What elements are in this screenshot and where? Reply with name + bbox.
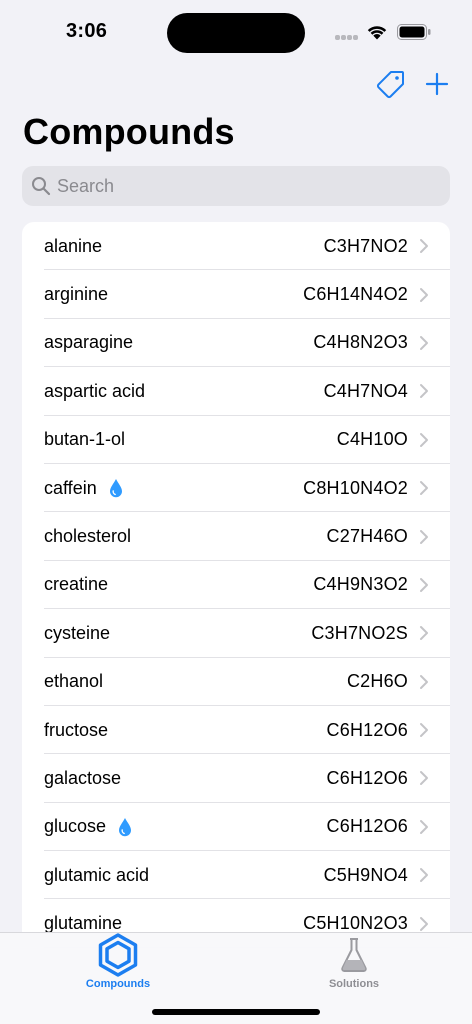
compound-name: glutamine	[44, 913, 123, 934]
drop-icon	[118, 817, 132, 837]
tab-compounds-label: Compounds	[85, 978, 151, 990]
compound-formula: C8H10N4O2	[303, 477, 408, 498]
add-compound-button[interactable]	[421, 68, 453, 100]
chevron-right-icon	[420, 723, 428, 738]
chevron-right-icon	[420, 819, 428, 834]
compound-row[interactable]: alanine C3H7NO2	[22, 222, 450, 271]
compound-row[interactable]: asparagine C4H8N2O3	[22, 319, 450, 368]
compound-row[interactable]: cholesterol C27H46O	[22, 512, 450, 562]
compound-row[interactable]: glutamic acid C5H9NO4	[22, 851, 450, 900]
compound-formula: C4H9N3O2	[313, 574, 408, 595]
compound-name: alanine	[44, 235, 103, 256]
battery-icon	[397, 24, 431, 40]
compound-formula: C3H7NO2S	[311, 622, 408, 643]
chevron-right-icon	[420, 771, 428, 786]
chevron-right-icon	[420, 674, 428, 689]
chevron-right-icon	[420, 239, 428, 254]
chevron-right-icon	[420, 432, 428, 447]
tag-button[interactable]	[375, 68, 407, 100]
status-time: 3:06	[66, 20, 108, 42]
chevron-right-icon	[420, 577, 428, 592]
search-icon	[32, 177, 51, 196]
chevron-right-icon	[420, 916, 428, 931]
compound-name: glucose	[44, 816, 107, 837]
chevron-right-icon	[420, 626, 428, 641]
compound-formula: C3H7NO2	[323, 235, 408, 256]
compound-row[interactable]: ethanol C2H6O	[22, 658, 450, 707]
compound-name: caffein	[44, 477, 97, 498]
compound-name: asparagine	[44, 332, 134, 353]
compound-name: fructose	[44, 719, 109, 740]
plus-icon	[425, 72, 449, 96]
tab-solutions[interactable]: Solutions	[294, 933, 414, 993]
cellular-signal-icon	[335, 35, 359, 41]
compound-name: cholesterol	[44, 526, 132, 547]
compound-name: creatine	[44, 574, 109, 595]
chevron-right-icon	[420, 287, 428, 302]
compound-formula: C2H6O	[346, 671, 408, 692]
compound-name: arginine	[44, 284, 109, 305]
compound-name: butan-1-ol	[44, 429, 126, 450]
compound-row[interactable]: creatine C4H9N3O2	[22, 561, 450, 610]
compound-formula: C27H46O	[326, 526, 408, 547]
compound-list: alanine C3H7NO2 arginine C6H14N4O2 asparagin…	[22, 222, 450, 962]
hexagon-icon	[98, 933, 138, 977]
compound-formula: C4H8N2O3	[313, 332, 408, 353]
compound-row[interactable]: cysteine C3H7NO2S	[22, 609, 450, 658]
compound-name: aspartic acid	[44, 380, 146, 401]
chevron-right-icon	[420, 384, 428, 399]
chevron-right-icon	[420, 481, 428, 496]
compound-formula: C6H14N4O2	[303, 284, 408, 305]
search-bar[interactable]	[22, 166, 450, 206]
compound-row[interactable]: caffein C8H10N4O2	[22, 464, 450, 513]
compound-row[interactable]: glucose C6H12O6	[22, 803, 450, 852]
compound-row[interactable]: arginine C6H14N4O2	[22, 270, 450, 320]
search-input[interactable]	[57, 175, 437, 197]
compound-name: glutamic acid	[44, 864, 150, 885]
tab-compounds[interactable]: Compounds	[58, 933, 178, 993]
drop-icon	[109, 478, 123, 498]
compound-formula: C6H12O6	[326, 816, 408, 837]
flask-icon	[341, 938, 367, 972]
compound-row[interactable]: fructose C6H12O6	[22, 706, 450, 755]
compound-formula: C5H10N2O3	[303, 913, 408, 934]
page-title: Compounds	[23, 111, 235, 152]
compound-formula: C4H10O	[336, 429, 408, 450]
chevron-right-icon	[420, 529, 428, 544]
chevron-right-icon	[420, 868, 428, 883]
chevron-right-icon	[420, 335, 428, 350]
compound-formula: C5H9NO4	[323, 864, 408, 885]
compound-name: ethanol	[44, 671, 104, 692]
compound-formula: C4H7NO4	[323, 380, 408, 401]
home-indicator[interactable]	[152, 1009, 320, 1015]
dynamic-island	[167, 13, 305, 53]
compound-name: cysteine	[44, 622, 111, 643]
screen: 3:06 Compounds alanineC3H7NO2arginineC6	[0, 0, 472, 1024]
compound-row[interactable]: aspartic acid C4H7NO4	[22, 367, 450, 416]
tag-icon	[376, 71, 404, 99]
compound-formula: C6H12O6	[326, 719, 408, 740]
compound-row[interactable]: galactose C6H12O6	[22, 754, 450, 804]
tab-solutions-label: Solutions	[328, 978, 380, 990]
wifi-icon	[367, 26, 387, 40]
compound-name: galactose	[44, 767, 122, 788]
compound-formula: C6H12O6	[326, 767, 408, 788]
compound-row[interactable]: butan-1-ol C4H10O	[22, 416, 450, 465]
